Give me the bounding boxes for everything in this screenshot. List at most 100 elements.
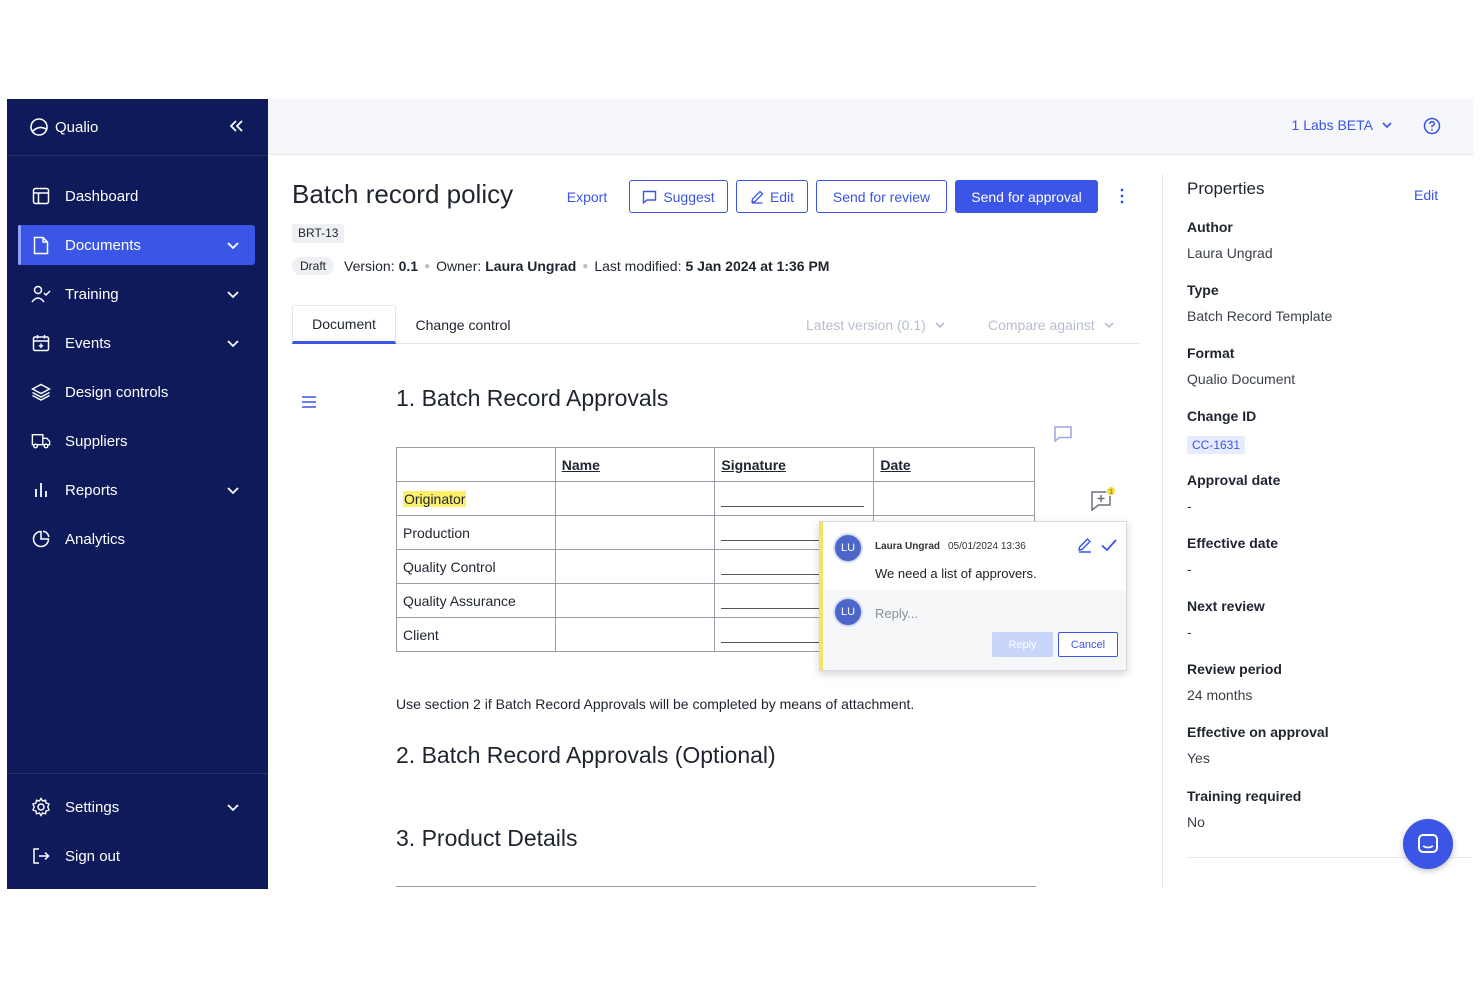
- modified-value: 5 Jan 2024 at 1:36 PM: [685, 258, 830, 274]
- comment-date: 05/01/2024 13:36: [948, 541, 1026, 552]
- table-cell[interactable]: [554, 549, 716, 584]
- signature-cell[interactable]: [714, 481, 875, 516]
- table-header-row: Name Signature Date: [396, 447, 1035, 482]
- chat-launcher-button[interactable]: [1403, 819, 1453, 869]
- check-icon[interactable]: [1100, 537, 1118, 553]
- sidebar-item-events[interactable]: Events: [19, 323, 255, 363]
- properties-edit-link[interactable]: Edit: [1414, 187, 1438, 203]
- reply-area: LU Reply... Reply Cancel: [823, 590, 1126, 670]
- labs-dropdown[interactable]: 1 Labs BETA: [1292, 117, 1393, 133]
- table-cell[interactable]: Production: [396, 515, 556, 550]
- table-row: Originator: [396, 481, 1035, 516]
- qualio-logo-icon: [30, 118, 48, 136]
- chevron-down-icon: [935, 322, 945, 329]
- sidebar-item-settings[interactable]: Settings: [19, 787, 255, 827]
- tab-document[interactable]: Document: [292, 305, 396, 344]
- owner-value: Laura Ungrad: [485, 258, 577, 274]
- dashboard-icon: [31, 186, 51, 206]
- reply-button[interactable]: Reply: [992, 632, 1053, 657]
- section-heading: 2. Batch Record Approvals (Optional): [396, 742, 776, 768]
- labs-label: 1 Labs BETA: [1291, 117, 1373, 133]
- compare-select[interactable]: Compare against: [988, 317, 1115, 333]
- send-for-review-button[interactable]: Send for review: [816, 180, 947, 213]
- table-cell[interactable]: [554, 583, 716, 618]
- pencil-icon[interactable]: [1077, 537, 1093, 553]
- property-value: Yes: [1187, 750, 1210, 766]
- sidebar-item-label: Reports: [65, 481, 118, 499]
- more-vertical-icon[interactable]: [1114, 187, 1130, 205]
- sidebar-item-sign-out[interactable]: Sign out: [19, 836, 255, 876]
- collapse-sidebar-button[interactable]: [227, 117, 245, 135]
- version-select[interactable]: Latest version (0.1): [806, 317, 946, 333]
- tab-change-control[interactable]: Change control: [396, 305, 530, 344]
- table-cell[interactable]: [554, 481, 716, 516]
- sidebar-item-design-controls[interactable]: Design controls: [19, 372, 255, 412]
- property-label: Effective on approval: [1187, 724, 1329, 740]
- chevron-down-icon: [1104, 322, 1114, 329]
- help-icon[interactable]: [1423, 117, 1441, 135]
- page-title: Batch record policy: [292, 179, 514, 209]
- property-label: Training required: [1187, 788, 1302, 804]
- export-button[interactable]: Export: [557, 180, 617, 213]
- meta-separator: ●: [582, 260, 589, 272]
- signature-line: [721, 506, 865, 507]
- pencil-icon: [751, 190, 764, 204]
- layers-icon: [31, 382, 51, 402]
- double-chevron-left-icon: [229, 120, 243, 132]
- chevron-down-icon: [227, 291, 239, 299]
- version-value: 0.1: [398, 258, 419, 274]
- change-id-link[interactable]: CC-1631: [1187, 436, 1246, 454]
- sidebar-item-reports[interactable]: Reports: [19, 470, 255, 510]
- cancel-button[interactable]: Cancel: [1058, 632, 1118, 657]
- edit-button[interactable]: Edit: [736, 180, 808, 213]
- property-label: Change ID: [1187, 408, 1257, 424]
- version-select-label: Latest version (0.1): [806, 317, 926, 333]
- table-edge: [396, 886, 1036, 887]
- avatar: LU: [833, 533, 863, 563]
- send-review-label: Send for review: [832, 188, 931, 205]
- sidebar-item-analytics[interactable]: Analytics: [19, 519, 255, 559]
- sidebar-item-dashboard[interactable]: Dashboard: [19, 176, 255, 216]
- sidebar-item-label: Documents: [65, 236, 141, 254]
- top-bar: 1 Labs BETA: [268, 99, 1473, 155]
- document-icon: [31, 235, 51, 255]
- properties-divider: [1162, 174, 1163, 889]
- table-cell[interactable]: Originator: [396, 481, 556, 516]
- document-tabs: Document Change control Latest version (…: [292, 305, 1139, 344]
- sidebar-item-documents[interactable]: Documents: [18, 225, 255, 265]
- meta-separator: ●: [424, 260, 431, 272]
- document-meta: Draft Version: 0.1 ● Owner: Laura Ungrad…: [292, 257, 829, 275]
- sign-out-icon: [31, 846, 51, 866]
- reply-input[interactable]: Reply...: [875, 606, 918, 621]
- table-header-cell: Date: [873, 447, 1035, 482]
- brand-logo[interactable]: Qualio: [29, 116, 98, 138]
- body-paragraph: Use section 2 if Batch Record Approvals …: [396, 696, 915, 712]
- export-label: Export: [566, 188, 608, 205]
- version-label: Version:: [344, 258, 395, 274]
- properties-title: Properties: [1187, 179, 1265, 198]
- outline-menu-icon[interactable]: [300, 394, 318, 410]
- send-for-approval-button[interactable]: Send for approval: [955, 180, 1098, 213]
- send-approval-label: Send for approval: [971, 188, 1082, 205]
- sidebar-item-training[interactable]: Training: [19, 274, 255, 314]
- truck-icon: [31, 431, 51, 451]
- table-header-cell: Name: [554, 447, 716, 482]
- property-value: -: [1187, 624, 1192, 640]
- table-cell[interactable]: Quality Assurance: [396, 583, 556, 618]
- table-header-cell: Signature: [714, 447, 875, 482]
- brand-name: Qualio: [55, 118, 99, 136]
- comment-icon[interactable]: [1053, 425, 1073, 443]
- property-label: Format: [1187, 345, 1235, 361]
- add-comment-icon[interactable]: 1: [1089, 486, 1117, 512]
- comment-count-badge: 1: [1109, 488, 1113, 495]
- sidebar-item-label: Events: [65, 334, 111, 352]
- table-cell[interactable]: Quality Control: [396, 549, 556, 584]
- table-cell[interactable]: [554, 617, 716, 652]
- sidebar-item-suppliers[interactable]: Suppliers: [19, 421, 255, 461]
- modified-label: Last modified:: [594, 258, 682, 274]
- table-cell[interactable]: [554, 515, 716, 550]
- table-cell[interactable]: Client: [396, 617, 556, 652]
- suggest-button[interactable]: Suggest: [629, 180, 728, 213]
- sidebar-divider: [7, 155, 268, 156]
- table-cell[interactable]: [873, 481, 1035, 516]
